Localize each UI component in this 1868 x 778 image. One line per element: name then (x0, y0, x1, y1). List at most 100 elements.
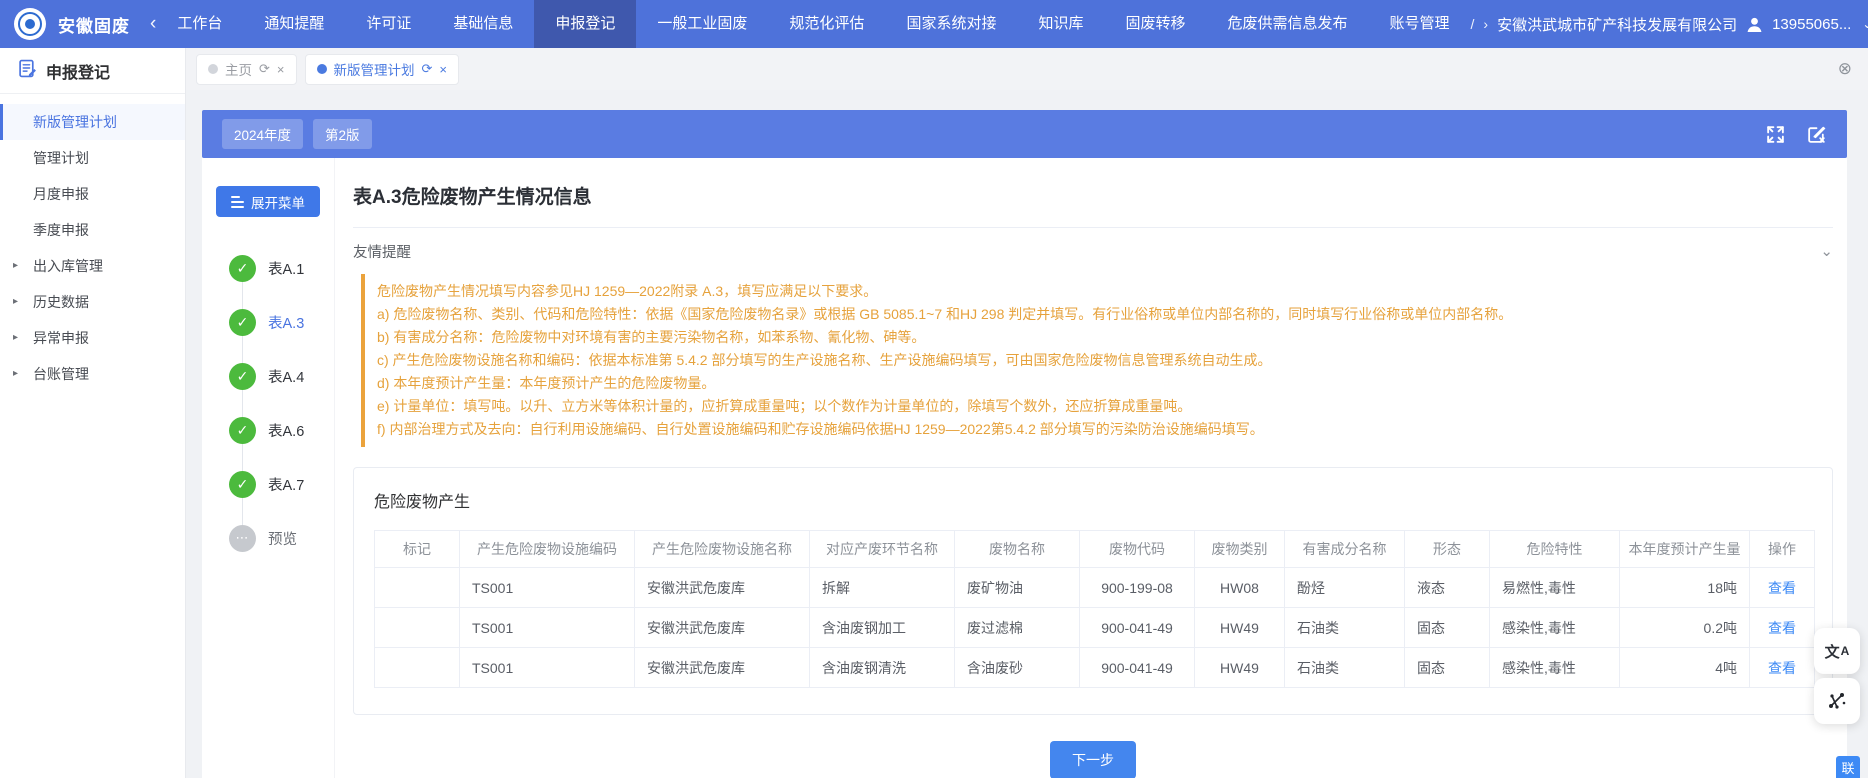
nav-item[interactable]: 固废转移 (1104, 0, 1206, 48)
fullscreen-icon[interactable] (1765, 124, 1786, 145)
sidebar-item-label: 历史数据 (33, 294, 89, 310)
close-icon[interactable]: × (439, 62, 447, 77)
check-circle-icon: ✓ (229, 417, 256, 444)
step-label: 表A.4 (268, 366, 304, 387)
nav-item[interactable]: 通知提醒 (243, 0, 345, 48)
nav-item[interactable]: 申报登记 (534, 0, 636, 48)
lian-widget-badge[interactable]: 联 (1836, 756, 1860, 778)
table-cell: 4吨 (1620, 648, 1750, 688)
view-link[interactable]: 查看 (1768, 620, 1796, 636)
nav-item[interactable]: 工作台 (156, 0, 243, 48)
tab[interactable]: 新版管理计划⟳× (305, 54, 460, 85)
user-icon (1746, 16, 1763, 33)
table-cell: 安徽洪武危废库 (635, 608, 810, 648)
nav-collapse-icon[interactable]: ‹ (150, 13, 156, 35)
table-header-cell: 废物名称 (955, 531, 1080, 568)
table-cell: TS001 (460, 608, 635, 648)
table-cell (375, 608, 460, 648)
year-badge: 2024年度 (222, 119, 303, 149)
next-step-button[interactable]: 下一步 (1050, 741, 1136, 778)
table-cell: 废矿物油 (955, 568, 1080, 608)
section-title: 危险废物产生 (374, 488, 1812, 512)
translate-icon[interactable]: 文A (1814, 628, 1860, 674)
user-phone[interactable]: 13955065... (1772, 16, 1851, 33)
table-cell: 900-199-08 (1080, 568, 1195, 608)
version-badge: 第2版 (313, 119, 372, 149)
nav-item[interactable]: 危废供需信息发布 (1206, 0, 1368, 48)
top-navbar: 安徽固废 ‹ 工作台通知提醒许可证基础信息申报登记一般工业固废规范化评估国家系统… (0, 0, 1868, 48)
view-link[interactable]: 查看 (1768, 580, 1796, 596)
table-cell: 900-041-49 (1080, 648, 1195, 688)
close-icon[interactable]: × (277, 62, 285, 77)
step-label: 表A.7 (268, 474, 304, 495)
tab[interactable]: 主页⟳× (196, 54, 297, 85)
table-header-cell: 标记 (375, 531, 460, 568)
form-title: 表A.3危险废物产生情况信息 (353, 182, 1833, 228)
edit-cancel-icon[interactable] (1806, 124, 1827, 145)
step-column: 展开菜单 ✓表A.1✓表A.3✓表A.4✓表A.6✓表A.7⋯预览 (202, 158, 335, 778)
sidebar-item-label: 台账管理 (33, 366, 89, 382)
step-item[interactable]: ✓表A.1 (202, 241, 334, 295)
check-circle-icon: ✓ (229, 255, 256, 282)
table-cell: TS001 (460, 568, 635, 608)
step-item[interactable]: ✓表A.7 (202, 457, 334, 511)
step-label: 预览 (268, 528, 297, 549)
refresh-icon[interactable]: ⟳ (259, 61, 270, 77)
nav-item[interactable]: 国家系统对接 (885, 0, 1017, 48)
table-cell: 废过滤棉 (955, 608, 1080, 648)
reminder-header[interactable]: 友情提醒 ⌄ (353, 228, 1833, 274)
caret-right-icon: ▸ (13, 320, 18, 356)
form-content: 表A.3危险废物产生情况信息 友情提醒 ⌄ 危险废物产生情况填写内容参见HJ 1… (335, 158, 1847, 778)
close-all-tabs-icon[interactable]: ⊗ (1838, 59, 1858, 79)
reminder-line: e) 计量单位：填写吨。以升、立方米等体积计量的，应折算成重量吨；以个数作为计量… (377, 395, 1821, 418)
sidebar: 申报登记 新版管理计划管理计划月度申报季度申报▸出入库管理▸历史数据▸异常申报▸… (0, 48, 186, 778)
nav-item[interactable]: 许可证 (345, 0, 432, 48)
sidebar-item-label: 新版管理计划 (33, 114, 117, 130)
reminder-title: 友情提醒 (353, 241, 411, 262)
table-action-cell: 查看 (1750, 608, 1815, 648)
sidebar-item[interactable]: ▸异常申报 (0, 320, 185, 356)
expand-menu-button[interactable]: 展开菜单 (216, 186, 320, 217)
sidebar-item[interactable]: 管理计划 (0, 140, 185, 176)
reminder-line: 危险废物产生情况填写内容参见HJ 1259—2022附录 A.3，填写应满足以下… (377, 280, 1821, 303)
company-name[interactable]: 安徽洪武城市矿产科技发展有限公司 (1497, 14, 1737, 35)
table-cell: 18吨 (1620, 568, 1750, 608)
sidebar-item[interactable]: ▸台账管理 (0, 356, 185, 392)
sidebar-item[interactable]: 月度申报 (0, 176, 185, 212)
nav-item[interactable]: 一般工业固废 (636, 0, 768, 48)
table-row: TS001安徽洪武危废库拆解废矿物油900-199-08HW08酚烃液态易燃性,… (375, 568, 1815, 608)
step-item[interactable]: ✓ 表A.4 (202, 349, 334, 403)
table-cell: 安徽洪武危废库 (635, 568, 810, 608)
step-item[interactable]: ⋯预览 (202, 511, 334, 565)
sidebar-item[interactable]: ▸出入库管理 (0, 248, 185, 284)
table-cell: 石油类 (1285, 608, 1405, 648)
sidebar-title: 申报登记 (46, 59, 110, 83)
step-item[interactable]: ✓表A.6 (202, 403, 334, 457)
sidebar-item[interactable]: 季度申报 (0, 212, 185, 248)
form-panel: 展开菜单 ✓表A.1✓表A.3✓表A.4✓表A.6✓表A.7⋯预览 表A.3危险… (202, 158, 1847, 778)
table-header-cell: 操作 (1750, 531, 1815, 568)
sidebar-item-label: 出入库管理 (33, 258, 103, 274)
nav-item[interactable]: 规范化评估 (768, 0, 885, 48)
step-item[interactable]: ✓表A.3 (202, 295, 334, 349)
nav-item[interactable]: 基础信息 (432, 0, 534, 48)
table-cell: 固态 (1405, 648, 1490, 688)
nav-item[interactable]: 知识库 (1017, 0, 1104, 48)
network-graph-icon[interactable] (1814, 678, 1860, 724)
table-cell: 拆解 (810, 568, 955, 608)
collapse-chevron-icon[interactable]: ⌄ (1820, 242, 1833, 260)
table-header-cell: 有害成分名称 (1285, 531, 1405, 568)
sidebar-item-label: 季度申报 (33, 222, 89, 238)
chevron-down-icon[interactable]: ⌄ (1862, 17, 1868, 31)
brand: 安徽固废 (0, 8, 150, 40)
table-cell: 含油废钢加工 (810, 608, 955, 648)
nav-item[interactable]: 账号管理 (1369, 0, 1471, 48)
refresh-icon[interactable]: ⟳ (422, 61, 433, 77)
view-link[interactable]: 查看 (1768, 660, 1796, 676)
sidebar-item[interactable]: 新版管理计划 (0, 104, 185, 140)
table-cell: 900-041-49 (1080, 608, 1195, 648)
nav-menu: 工作台通知提醒许可证基础信息申报登记一般工业固废规范化评估国家系统对接知识库固废… (156, 0, 1470, 48)
check-circle-icon: ✓ (229, 363, 256, 390)
sidebar-item[interactable]: ▸历史数据 (0, 284, 185, 320)
main-area: 2024年度 第2版 展开菜单 ✓表A.1✓表 (186, 90, 1868, 778)
